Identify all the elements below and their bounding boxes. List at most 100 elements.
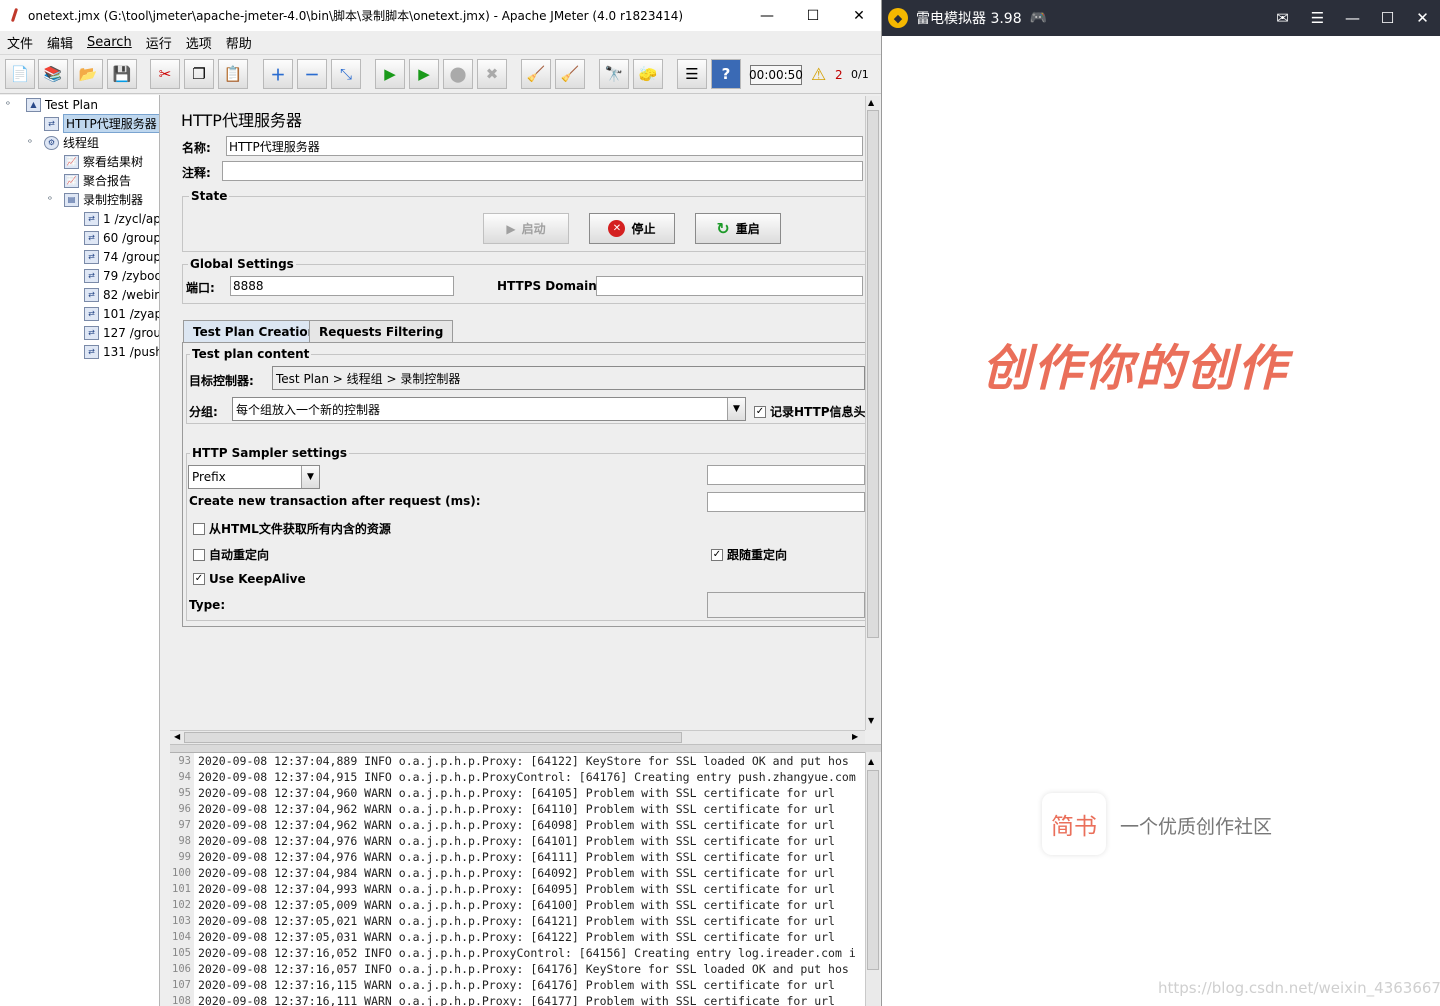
collapse-toggle-icon[interactable]: ᵒ (28, 138, 38, 149)
start-no-pause-icon[interactable]: ▶ (409, 59, 439, 89)
panel-vertical-scrollbar[interactable]: ▲ ▼ (865, 96, 880, 730)
search-icon[interactable]: 🔭 (599, 59, 629, 89)
type-select[interactable] (707, 592, 865, 618)
port-field[interactable]: 8888 (230, 276, 454, 296)
tree-node-sampler[interactable]: ⇄ 79 /zyboo (84, 266, 159, 285)
minimize-icon[interactable]: — (1335, 0, 1370, 36)
gamepad-icon[interactable]: 🎮 (1030, 10, 1047, 26)
log-line-number: 100 (170, 865, 194, 881)
clear-icon[interactable]: 🧹 (521, 59, 551, 89)
warning-icon[interactable]: ⚠ (811, 65, 826, 85)
retrieve-resources-checkbox[interactable]: 从HTML文件获取所有内含的资源 (193, 520, 391, 537)
tree-node-proxy[interactable]: ⇄ HTTP代理服务器 (44, 114, 159, 133)
name-label: 名称: (182, 141, 211, 155)
tab-test-plan-creation[interactable]: Test Plan Creation (183, 320, 327, 342)
log-vertical-scrollbar[interactable]: ▲ (865, 752, 880, 1006)
log-line-number: 101 (170, 881, 194, 897)
log-line: 103 2020-09-08 12:37:05,021 WARN o.a.j.p.… (170, 913, 865, 929)
tree-node-recording-controller[interactable]: ▤ 录制控制器 (64, 190, 143, 209)
close-button[interactable]: ✕ (836, 0, 881, 31)
sampler-icon: ⇄ (84, 306, 99, 321)
menu-icon[interactable]: ☰ (1300, 0, 1335, 36)
controller-icon: ▤ (64, 192, 79, 207)
tree-node-testplan[interactable]: ▲ Test Plan (26, 95, 98, 114)
tree-node-sampler[interactable]: ⇄ 1 /zycl/api (84, 209, 159, 228)
scroll-left-icon[interactable]: ◀ (174, 732, 180, 741)
reset-search-icon[interactable]: 🧽 (633, 59, 663, 89)
log-line-number: 102 (170, 897, 194, 913)
tree-node-sampler[interactable]: ⇄ 74 /group (84, 247, 159, 266)
scroll-thumb[interactable] (867, 110, 879, 638)
stop-button[interactable]: ✕ 停止 (589, 213, 675, 244)
tab-requests-filtering[interactable]: Requests Filtering (309, 320, 454, 342)
tree-node-sampler[interactable]: ⇄ 60 /group (84, 228, 159, 247)
follow-redirect-checkbox[interactable]: ✓ 跟随重定向 (711, 546, 787, 563)
elapsed-timer: 00:00:50 (749, 65, 803, 85)
toggle-icon[interactable]: ⤡ (331, 59, 361, 89)
collapse-toggle-icon[interactable]: ᵒ (6, 100, 16, 111)
scroll-up-icon[interactable]: ▲ (868, 757, 874, 766)
menu-file[interactable]: 文件 (0, 33, 40, 52)
auto-redirect-checkbox[interactable]: 自动重定向 (193, 546, 269, 563)
tree-node-sampler[interactable]: ⇄ 82 /webin (84, 285, 159, 304)
tree-node-result-tree[interactable]: 📈 察看结果树 (64, 152, 143, 171)
grouping-select[interactable]: 每个组放入一个新的控制器 ▼ (232, 397, 746, 421)
function-helper-icon[interactable]: ☰ (677, 59, 707, 89)
shutdown-icon[interactable]: ✖ (477, 59, 507, 89)
checkbox-checked-icon: ✓ (754, 405, 766, 418)
restart-button[interactable]: ↻ 重启 (695, 213, 781, 244)
help-icon[interactable]: ? (711, 59, 741, 89)
minimize-button[interactable]: — (744, 0, 790, 31)
comment-field[interactable] (222, 161, 863, 181)
collapse-toggle-icon[interactable]: ᵒ (48, 195, 58, 206)
stop-icon[interactable]: ⬤ (443, 59, 473, 89)
menu-options[interactable]: 选项 (179, 33, 219, 52)
log-line: 96 2020-09-08 12:37:04,962 WARN o.a.j.p.h… (170, 801, 865, 817)
menu-help[interactable]: 帮助 (219, 33, 259, 52)
templates-icon[interactable]: 📚 (38, 59, 68, 89)
close-icon[interactable]: ✕ (1405, 0, 1440, 36)
target-controller-select[interactable]: Test Plan > 线程组 > 录制控制器 (272, 366, 865, 390)
log-line: 97 2020-09-08 12:37:04,962 WARN o.a.j.p.h… (170, 817, 865, 833)
scroll-thumb[interactable] (867, 770, 879, 970)
gear-icon: ⚙ (44, 135, 59, 150)
cut-icon[interactable]: ✂ (150, 59, 180, 89)
collapse-icon[interactable]: － (297, 59, 327, 89)
panel-horizontal-scrollbar[interactable]: ◀ ▶ (170, 730, 865, 744)
sampler-icon: ⇄ (84, 230, 99, 245)
target-controller-label: 目标控制器: (189, 374, 254, 388)
maximize-button[interactable]: ☐ (790, 0, 836, 31)
scroll-thumb[interactable] (184, 732, 682, 743)
maximize-icon[interactable]: ☐ (1370, 0, 1405, 36)
tree-node-aggregate[interactable]: 📈 聚合报告 (64, 171, 131, 190)
tree-node-threadgroup[interactable]: ⚙ 线程组 (44, 133, 99, 152)
copy-icon[interactable]: ❐ (184, 59, 214, 89)
save-icon[interactable]: 💾 (107, 59, 137, 89)
expand-icon[interactable]: ＋ (263, 59, 293, 89)
log-line: 102 2020-09-08 12:37:05,009 WARN o.a.j.p.… (170, 897, 865, 913)
prefix-value-field[interactable] (707, 465, 865, 485)
scroll-up-icon[interactable]: ▲ (868, 98, 874, 107)
menu-search[interactable]: Search (80, 35, 139, 50)
tree-node-sampler[interactable]: ⇄ 127 /grou (84, 323, 159, 342)
scroll-right-icon[interactable]: ▶ (852, 732, 858, 741)
paste-icon[interactable]: 📋 (218, 59, 248, 89)
menu-run[interactable]: 运行 (139, 33, 179, 52)
start-button[interactable]: ▶ 启动 (483, 213, 569, 244)
new-icon[interactable]: 📄 (5, 59, 35, 89)
record-http-headers-checkbox[interactable]: ✓ 记录HTTP信息头 (754, 403, 865, 420)
mail-icon[interactable]: ✉ (1265, 0, 1300, 36)
prefix-select[interactable]: Prefix ▼ (188, 465, 320, 489)
transaction-field[interactable] (707, 492, 865, 512)
menu-edit[interactable]: 编辑 (40, 33, 80, 52)
name-field[interactable]: HTTP代理服务器 (226, 136, 863, 156)
https-domains-field[interactable] (596, 276, 863, 296)
open-icon[interactable]: 📂 (73, 59, 103, 89)
scroll-down-icon[interactable]: ▼ (868, 716, 874, 725)
tree-node-sampler[interactable]: ⇄ 131 /push (84, 342, 159, 361)
tree-node-sampler[interactable]: ⇄ 101 /zyap (84, 304, 159, 323)
start-icon[interactable]: ▶ (375, 59, 405, 89)
keepalive-checkbox[interactable]: ✓ Use KeepAlive (193, 572, 306, 586)
log-splitter[interactable] (170, 744, 881, 752)
clear-all-icon[interactable]: 🧹 (555, 59, 585, 89)
